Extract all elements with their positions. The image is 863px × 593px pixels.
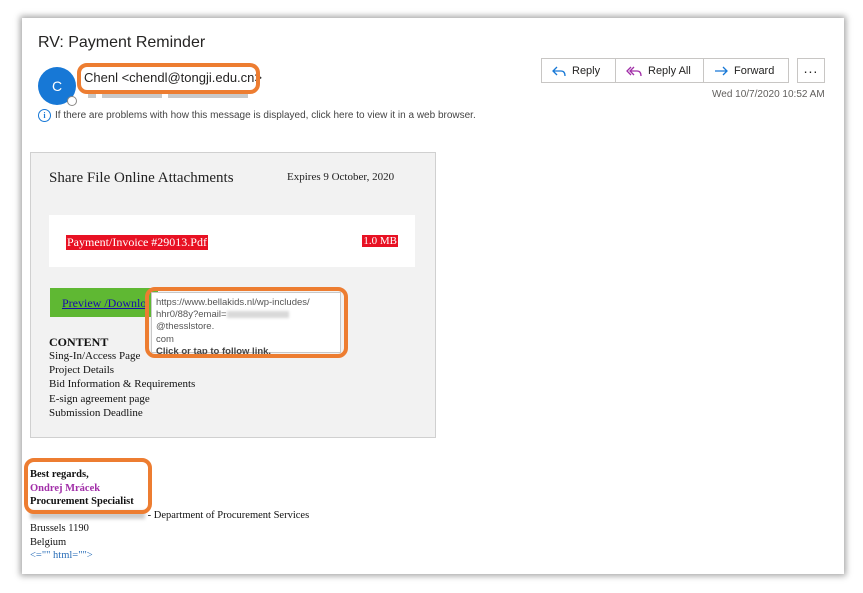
file-row[interactable]: Payment/Invoice #29013.Pdf 1.0 MB <box>49 215 415 267</box>
content-list: Sing-In/Access Page Project Details Bid … <box>49 349 195 420</box>
department-text: - Department of Procurement Services <box>147 509 310 521</box>
file-size: 1.0 MB <box>362 235 398 247</box>
reply-arrow-icon <box>552 66 566 76</box>
info-icon: i <box>38 109 51 122</box>
card-title: Share File Online Attachments <box>49 170 234 186</box>
reply-button[interactable]: Reply <box>541 58 616 83</box>
content-item: E-sign agreement page <box>49 392 150 405</box>
avatar-initial: C <box>51 78 63 94</box>
content-item: Project Details <box>49 364 115 377</box>
received-date: Wed 10/7/2020 10:52 AM <box>712 89 825 100</box>
action-bar: Reply Reply All Forward ... <box>541 58 825 83</box>
content-item: Bid Information & Requirements <box>49 378 196 391</box>
content-heading: CONTENT <box>49 335 109 349</box>
presence-status-icon <box>67 96 77 106</box>
signature-html-fragment: <="" html=""> <box>30 550 93 561</box>
forward-label: Forward <box>734 64 775 77</box>
sender-highlight <box>77 63 260 94</box>
forward-button[interactable]: Forward <box>703 58 789 83</box>
more-label: ... <box>803 59 819 76</box>
email-subject: RV: Payment Reminder <box>38 34 206 51</box>
signature-country: Belgium <box>30 536 67 548</box>
preview-download-link[interactable]: Preview /Downlo <box>62 296 146 311</box>
content-item: Submission Deadline <box>49 406 143 419</box>
expiry-date: Expires 9 October, 2020 <box>287 171 395 183</box>
reply-all-button[interactable]: Reply All <box>615 58 704 83</box>
reply-all-label: Reply All <box>648 64 691 77</box>
forward-arrow-icon <box>715 66 728 75</box>
info-bar[interactable]: i If there are problems with how this me… <box>38 109 476 122</box>
more-actions-button[interactable]: ... <box>797 58 825 83</box>
info-text[interactable]: If there are problems with how this mess… <box>55 110 476 121</box>
reply-label: Reply <box>572 64 601 77</box>
file-name[interactable]: Payment/Invoice #29013.Pdf <box>66 235 208 250</box>
url-highlight <box>145 287 348 358</box>
signature-highlight <box>24 458 152 514</box>
signature-city: Brussels 1190 <box>30 523 89 534</box>
reply-all-arrow-icon <box>626 66 642 76</box>
email-reading-pane: RV: Payment Reminder C Chenl <chendl@ton… <box>22 18 844 574</box>
preview-download-button[interactable]: Preview /Downlo <box>50 288 158 317</box>
